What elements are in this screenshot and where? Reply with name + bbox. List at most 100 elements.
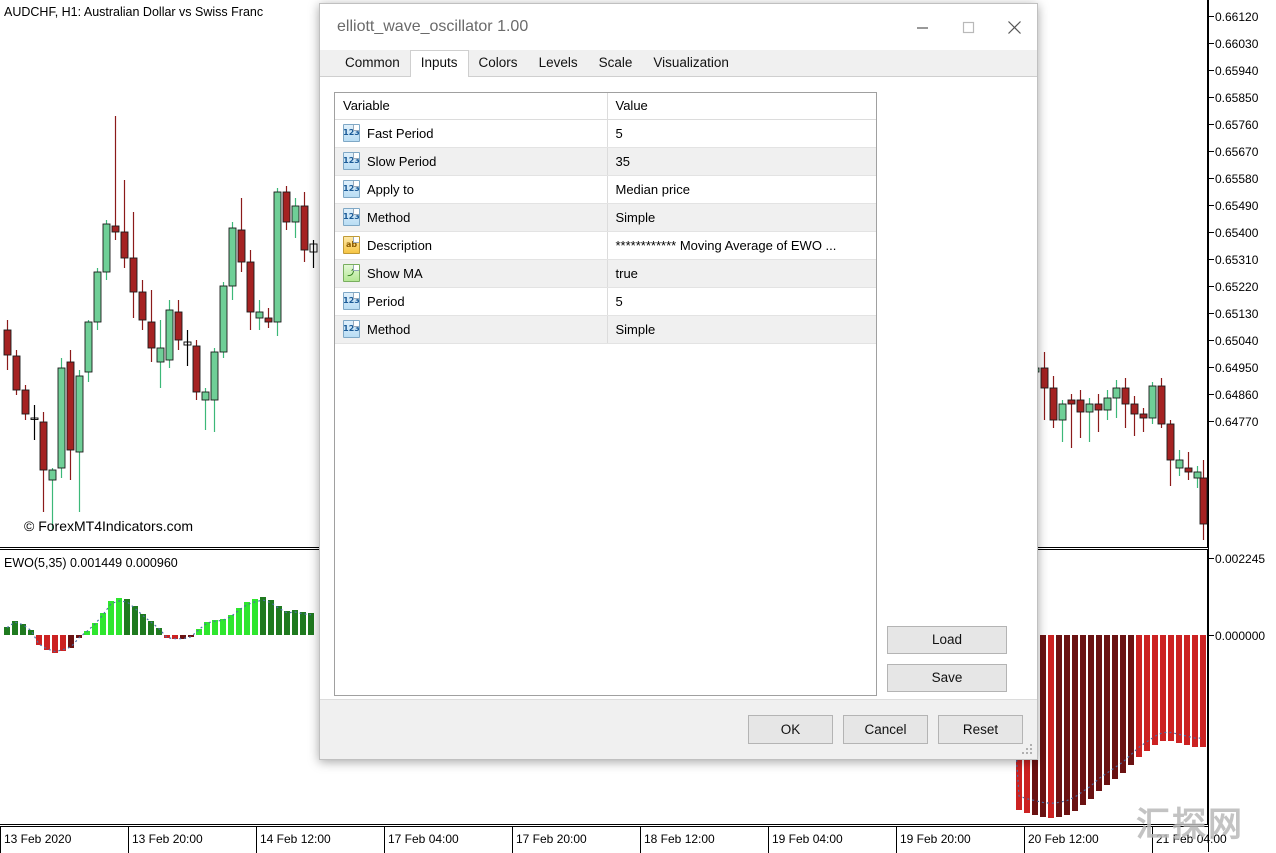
indicator-tick: 0.000000 <box>1209 628 1265 643</box>
variable-cell: 123Period <box>335 288 607 316</box>
ok-button[interactable]: OK <box>748 715 833 744</box>
price-tick: 0.65760 <box>1209 117 1258 132</box>
table-row[interactable]: 123Period5 <box>335 288 876 316</box>
integer-type-icon: 123 <box>343 320 360 338</box>
time-tick-label: 20 Feb 12:00 <box>1028 832 1099 846</box>
minimize-icon[interactable] <box>899 5 945 50</box>
variable-name: Period <box>367 294 405 309</box>
variable-cell: 123 Method <box>335 316 607 344</box>
price-tick: 0.65940 <box>1209 63 1258 78</box>
cancel-button[interactable]: Cancel <box>843 715 928 744</box>
value-cell[interactable]: ************ Moving Average of EWO ... <box>607 232 876 260</box>
price-tick: 0.65670 <box>1209 144 1258 159</box>
time-tick-label: 17 Feb 20:00 <box>516 832 587 846</box>
dialog-title: elliott_wave_oscillator 1.00 <box>320 18 899 36</box>
time-scale[interactable]: 13 Feb 2020 13 Feb 20:00 14 Feb 12:00 17 Fe… <box>0 826 1208 852</box>
price-tick: 0.65490 <box>1209 198 1258 213</box>
tab-levels[interactable]: Levels <box>528 50 589 76</box>
price-tick: 0.64860 <box>1209 387 1258 402</box>
table-row[interactable]: 123MethodSimple <box>335 204 876 232</box>
time-tick-mark <box>1024 827 1025 853</box>
time-tick-label: 17 Feb 04:00 <box>388 832 459 846</box>
string-type-icon: ab <box>343 236 360 254</box>
price-tick: 0.65850 <box>1209 90 1258 105</box>
time-tick-mark <box>896 827 897 853</box>
site-watermark: 汇探网 <box>1136 797 1244 846</box>
time-tick-mark <box>640 827 641 853</box>
variable-cell: ⤴ Show MA <box>335 260 607 288</box>
table-row[interactable]: 123 Method Simple <box>335 316 876 344</box>
column-header-value: Value <box>607 93 876 120</box>
price-tick: 0.65220 <box>1209 279 1258 294</box>
time-tick-mark <box>0 827 1 853</box>
value-cell[interactable]: Simple <box>607 316 876 344</box>
tab-label: Inputs <box>421 55 458 70</box>
tab-label: Colors <box>479 55 518 70</box>
time-tick-label: 19 Feb 20:00 <box>900 832 971 846</box>
tab-colors[interactable]: Colors <box>468 50 529 76</box>
value-cell[interactable]: 35 <box>607 148 876 176</box>
variable-name: Apply to <box>367 182 414 197</box>
close-icon[interactable] <box>991 5 1037 50</box>
variable-cell: abDescription <box>335 232 607 260</box>
indicator-properties-dialog[interactable]: elliott_wave_oscillator 1.00 Common Input… <box>319 3 1038 760</box>
save-button[interactable]: Save <box>887 664 1007 692</box>
integer-type-icon: 123 <box>343 180 360 198</box>
tab-inputs[interactable]: Inputs <box>410 50 469 77</box>
time-tick-mark <box>768 827 769 853</box>
dialog-body: Variable Value 123Fast Period5123Slow Pe… <box>320 77 1037 699</box>
variable-cell: 123Method <box>335 204 607 232</box>
variable-cell: 123 Apply to <box>335 176 607 204</box>
variable-name: Fast Period <box>367 126 433 141</box>
chart-copyright-label: © ForexMT4Indicators.com <box>24 518 193 534</box>
dialog-footer: OK Cancel Reset <box>320 699 1037 759</box>
price-scale[interactable]: 0.66120 0.66030 0.65940 0.65850 0.65760 0.656… <box>1208 0 1276 852</box>
tab-label: Scale <box>599 55 633 70</box>
value-cell[interactable]: Median price <box>607 176 876 204</box>
price-tick: 0.66030 <box>1209 36 1258 51</box>
table-row[interactable]: abDescription************ Moving Average… <box>335 232 876 260</box>
variable-cell: 123 Fast Period <box>335 120 607 148</box>
price-tick: 0.64770 <box>1209 414 1258 429</box>
price-tick: 0.65310 <box>1209 252 1258 267</box>
inputs-table[interactable]: Variable Value 123Fast Period5123Slow Pe… <box>334 92 877 696</box>
variable-cell: 123Slow Period <box>335 148 607 176</box>
integer-type-icon: 123 <box>343 124 360 142</box>
tab-label: Common <box>345 55 400 70</box>
boolean-type-icon: ⤴ <box>343 264 360 282</box>
tab-label: Levels <box>539 55 578 70</box>
tab-visualization[interactable]: Visualization <box>642 50 740 76</box>
table-row[interactable]: ⤴ Show MA true <box>335 260 876 288</box>
maximize-icon[interactable] <box>945 5 991 50</box>
variable-name: Method <box>367 322 410 337</box>
tab-common[interactable]: Common <box>334 50 411 76</box>
value-cell[interactable]: 5 <box>607 120 876 148</box>
table-row[interactable]: 123 Apply to Median price <box>335 176 876 204</box>
time-tick-label: 19 Feb 04:00 <box>772 832 843 846</box>
time-tick-mark <box>128 827 129 853</box>
time-tick-label: 18 Feb 12:00 <box>644 832 715 846</box>
table-row[interactable]: 123Slow Period35 <box>335 148 876 176</box>
price-tick: 0.65580 <box>1209 171 1258 186</box>
load-button[interactable]: Load <box>887 626 1007 654</box>
price-tick: 0.65400 <box>1209 225 1258 240</box>
price-tick: 0.65130 <box>1209 306 1258 321</box>
dialog-tabstrip[interactable]: Common Inputs Colors Levels Scale Visualizati… <box>320 50 1037 77</box>
price-tick: 0.66120 <box>1209 9 1258 24</box>
variable-name: Show MA <box>367 266 423 281</box>
time-tick-mark <box>512 827 513 853</box>
time-tick-label: 13 Feb 20:00 <box>132 832 203 846</box>
value-cell[interactable]: true <box>607 260 876 288</box>
integer-type-icon: 123 <box>343 152 360 170</box>
dialog-titlebar[interactable]: elliott_wave_oscillator 1.00 <box>320 4 1037 50</box>
value-cell[interactable]: Simple <box>607 204 876 232</box>
resize-grip-icon[interactable] <box>1022 744 1033 755</box>
reset-button[interactable]: Reset <box>938 715 1023 744</box>
time-tick-label: 13 Feb 2020 <box>4 832 71 846</box>
variable-name: Method <box>367 210 410 225</box>
value-cell[interactable]: 5 <box>607 288 876 316</box>
table-row[interactable]: 123 Fast Period 5 <box>335 120 876 148</box>
tab-scale[interactable]: Scale <box>588 50 644 76</box>
time-tick-label: 14 Feb 12:00 <box>260 832 331 846</box>
price-tick: 0.64950 <box>1209 360 1258 375</box>
